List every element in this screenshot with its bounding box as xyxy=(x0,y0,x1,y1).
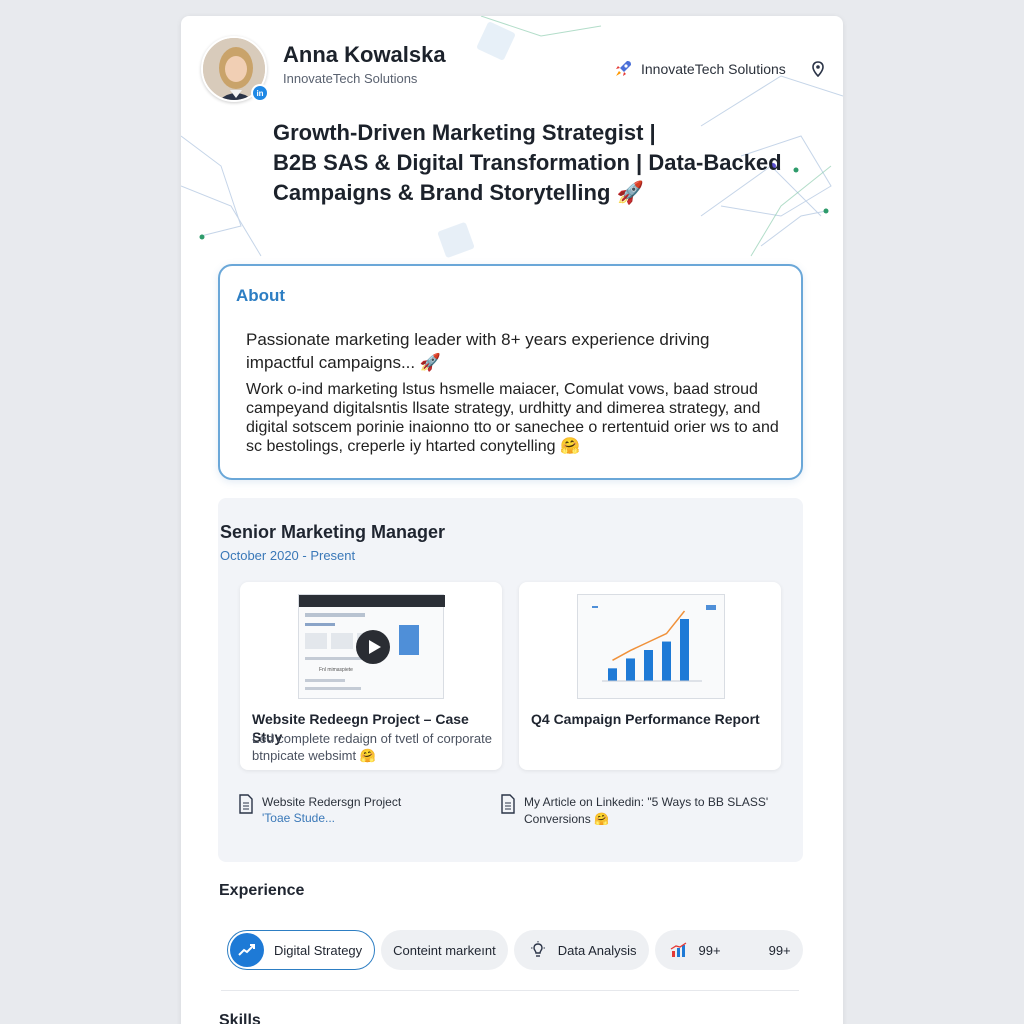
linkedin-badge: in xyxy=(251,84,269,102)
chart-bar xyxy=(626,658,635,681)
media-description: Led complete redaign of tvetl of corpora… xyxy=(252,731,492,763)
link-title: Website Redersgn Project xyxy=(262,795,402,809)
experience-title: Experience xyxy=(219,882,305,899)
document-icon xyxy=(239,794,253,814)
pill-content-marketing[interactable]: Conteint markeınt xyxy=(381,930,508,970)
link-article[interactable]: My Article on Linkedin: "5 Ways to BB SL… xyxy=(500,794,774,828)
lightbulb-icon xyxy=(526,941,550,959)
pill-label: Conteint markeınt xyxy=(393,942,496,958)
about-section: About Passionate marketing leader with 8… xyxy=(218,264,803,480)
pill-label: 99+ xyxy=(698,942,721,958)
about-lead-text: Passionate marketing leader with 8+ year… xyxy=(246,330,710,372)
company-link[interactable]: InnovateTech Solutions xyxy=(613,59,824,79)
document-icon xyxy=(501,794,515,814)
pill-digital-strategy[interactable]: Digital Strategy xyxy=(227,930,376,970)
chart-bar xyxy=(644,650,653,681)
position-title: Senior Marketing Manager xyxy=(220,522,446,542)
position-dates: October 2020 - Present xyxy=(220,548,356,563)
video-thumbnail[interactable]: Fnl mimaspiete xyxy=(298,594,445,699)
location-pin-icon[interactable] xyxy=(811,61,824,77)
headline-line: B2B SAS & Digital Transformation | Data-… xyxy=(273,150,782,175)
chart-bar xyxy=(680,619,689,681)
performance-chart xyxy=(592,605,716,682)
headline-line: Campaigns & Brand Storytelling 🚀 xyxy=(273,180,644,205)
thumb-caption: Fnl mimaspiete xyxy=(319,667,353,673)
play-icon[interactable] xyxy=(355,629,391,665)
skills-title: Skills xyxy=(219,1012,261,1024)
position-panel: Senior Marketing Manager October 2020 - … xyxy=(218,498,803,862)
pill-label: Data Analysis xyxy=(557,942,637,958)
header-company-label: InnovateTech Solutions xyxy=(641,61,786,77)
profile-company: InnovateTech Solutions xyxy=(283,71,418,86)
rocket-icon xyxy=(616,61,631,76)
link-subtitle: 'Toae Stude... xyxy=(262,811,336,825)
section-divider xyxy=(221,990,799,991)
pill-label: Digital Strategy xyxy=(274,942,363,958)
link-website-redesign[interactable]: Website Redersgn Project 'Toae Stude... xyxy=(238,794,401,825)
about-title: About xyxy=(236,286,286,305)
report-thumbnail[interactable] xyxy=(577,594,725,699)
chart-bar xyxy=(662,641,671,681)
profile-name: Anna Kowalska xyxy=(283,42,446,67)
pill-count: 99+ xyxy=(768,942,791,958)
pill-data-analysis[interactable]: Data Analysis xyxy=(513,930,649,970)
headline-line: Growth-Driven Marketing Strategist | xyxy=(273,120,656,145)
media-card-q4-report[interactable]: Q4 Campaign Performance Report xyxy=(519,582,781,770)
bar-chart-icon xyxy=(667,942,691,958)
link-title: My Article on Linkedin: "5 Ways to BB SL… xyxy=(524,795,769,826)
experience-pills: Digital Strategy Conteint markeınt Data … xyxy=(227,930,803,970)
profile-headline: Growth-Driven Marketing Strategist | B2B… xyxy=(273,118,793,208)
chart-bar xyxy=(608,668,617,681)
pill-more[interactable]: 99+ 99+ xyxy=(654,930,803,970)
media-card-website-redesign[interactable]: Fnl mimaspiete Website Redeegn Project –… xyxy=(240,582,502,770)
profile-card: in Anna Kowalska InnovateTech Solutions … xyxy=(181,16,843,1024)
chart-icon xyxy=(230,933,264,967)
media-title[interactable]: Q4 Campaign Performance Report xyxy=(531,710,771,728)
about-body-text: Work o-ind marketing lstus hsmelle maiac… xyxy=(246,381,779,455)
